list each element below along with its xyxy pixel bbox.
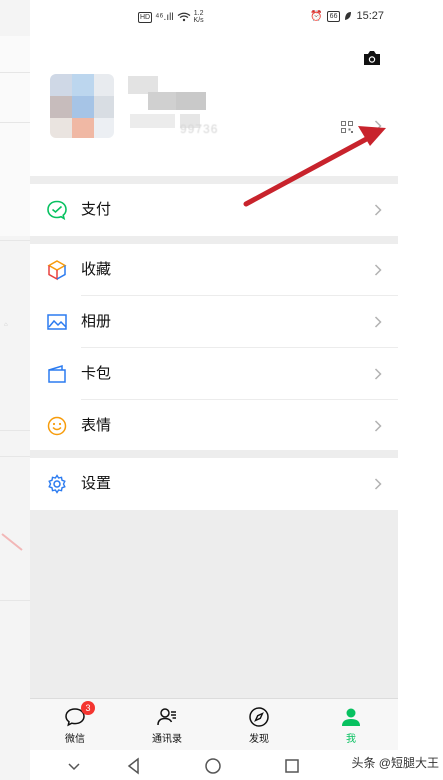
hd-badge: HD bbox=[138, 11, 153, 23]
battery-icon: 66 bbox=[326, 10, 341, 22]
person-icon bbox=[342, 708, 360, 726]
album-label: 相册 bbox=[81, 313, 112, 330]
wifi-icon bbox=[177, 12, 190, 22]
wallet-icon bbox=[48, 364, 66, 383]
avatar[interactable] bbox=[50, 74, 114, 138]
back-icon[interactable] bbox=[124, 756, 144, 776]
profile-card[interactable]: 99736 bbox=[30, 36, 398, 176]
tab-chats[interactable]: 3 微信 bbox=[45, 699, 105, 751]
status-right: ⏰ 66 15:27 bbox=[310, 10, 384, 22]
settings-label: 设置 bbox=[81, 475, 112, 492]
blurred-nickname bbox=[148, 92, 176, 110]
pay-label: 支付 bbox=[81, 201, 112, 218]
unread-badge: 3 bbox=[81, 701, 95, 715]
menu-item-stickers[interactable]: 表情 bbox=[30, 400, 398, 452]
clock-time: 15:27 bbox=[356, 10, 384, 22]
chevron-right-icon bbox=[374, 478, 382, 490]
settings-group: 设置 bbox=[30, 458, 398, 510]
menu-item-pay[interactable]: 支付 bbox=[30, 184, 398, 236]
tab-contacts-label: 通讯录 bbox=[152, 734, 182, 745]
home-icon[interactable] bbox=[203, 756, 223, 776]
camera-icon[interactable] bbox=[362, 50, 382, 66]
net-speed-unit: K/s bbox=[193, 17, 204, 24]
contacts-icon bbox=[157, 708, 176, 726]
leaf-icon bbox=[345, 12, 352, 20]
status-left: HD ⁴⁶.ıll 1.2 K/s bbox=[138, 10, 204, 24]
tab-chats-label: 微信 bbox=[65, 734, 85, 745]
previous-screen-strip: ⌂ bbox=[0, 0, 30, 780]
gear-icon bbox=[48, 474, 66, 494]
chevron-right-icon bbox=[374, 316, 382, 328]
status-bar: HD ⁴⁶.ıll 1.2 K/s ⏰ 66 15:27 bbox=[30, 0, 398, 36]
blurred-nickname bbox=[176, 92, 206, 110]
tab-me[interactable]: 我 bbox=[321, 699, 381, 751]
chevron-right-icon bbox=[374, 120, 382, 132]
blurred-id bbox=[130, 114, 175, 128]
album-icon bbox=[47, 314, 67, 330]
compass-icon bbox=[249, 707, 269, 727]
tab-me-label: 我 bbox=[346, 734, 356, 745]
tab-discover-label: 发现 bbox=[249, 734, 269, 745]
tab-discover[interactable]: 发现 bbox=[229, 699, 289, 751]
alarm-icon: ⏰ bbox=[310, 10, 323, 22]
bottom-tab-bar: 3 微信 通讯录 发现 我 bbox=[30, 698, 398, 751]
chevron-right-icon bbox=[374, 368, 382, 380]
net-speed: 1.2 K/s bbox=[194, 10, 204, 24]
services-group: 收藏 相册 卡包 表情 bbox=[30, 244, 398, 450]
smiley-icon bbox=[47, 416, 67, 436]
pay-group: 支付 bbox=[30, 184, 398, 236]
menu-item-cards[interactable]: 卡包 bbox=[30, 348, 398, 400]
favorites-cube-icon bbox=[47, 260, 67, 281]
chevron-right-icon bbox=[374, 264, 382, 276]
signal-icon: ⁴⁶.ıll bbox=[155, 11, 174, 23]
cards-label: 卡包 bbox=[81, 365, 112, 382]
chevron-down-icon[interactable] bbox=[64, 756, 84, 776]
recents-icon[interactable] bbox=[282, 756, 302, 776]
menu-item-album[interactable]: 相册 bbox=[30, 296, 398, 348]
system-nav-bar bbox=[30, 750, 398, 780]
watermark: 头条 @短腿大王 bbox=[351, 756, 439, 770]
stickers-label: 表情 bbox=[81, 417, 112, 434]
tab-contacts[interactable]: 通讯录 bbox=[137, 699, 197, 751]
pay-icon bbox=[47, 200, 67, 221]
qr-code-icon[interactable] bbox=[341, 121, 353, 133]
right-margin bbox=[398, 0, 443, 780]
menu-item-favorites[interactable]: 收藏 bbox=[30, 244, 398, 296]
chevron-right-icon bbox=[374, 420, 382, 432]
favorites-label: 收藏 bbox=[81, 261, 112, 278]
chevron-right-icon bbox=[374, 204, 382, 216]
wechat-id: 99736 bbox=[180, 122, 219, 136]
menu-item-settings[interactable]: 设置 bbox=[30, 458, 398, 510]
me-page: 99736 支付 收藏 相册 卡包 表情 设置 bbox=[30, 36, 398, 698]
net-speed-value: 1.2 bbox=[193, 10, 204, 17]
